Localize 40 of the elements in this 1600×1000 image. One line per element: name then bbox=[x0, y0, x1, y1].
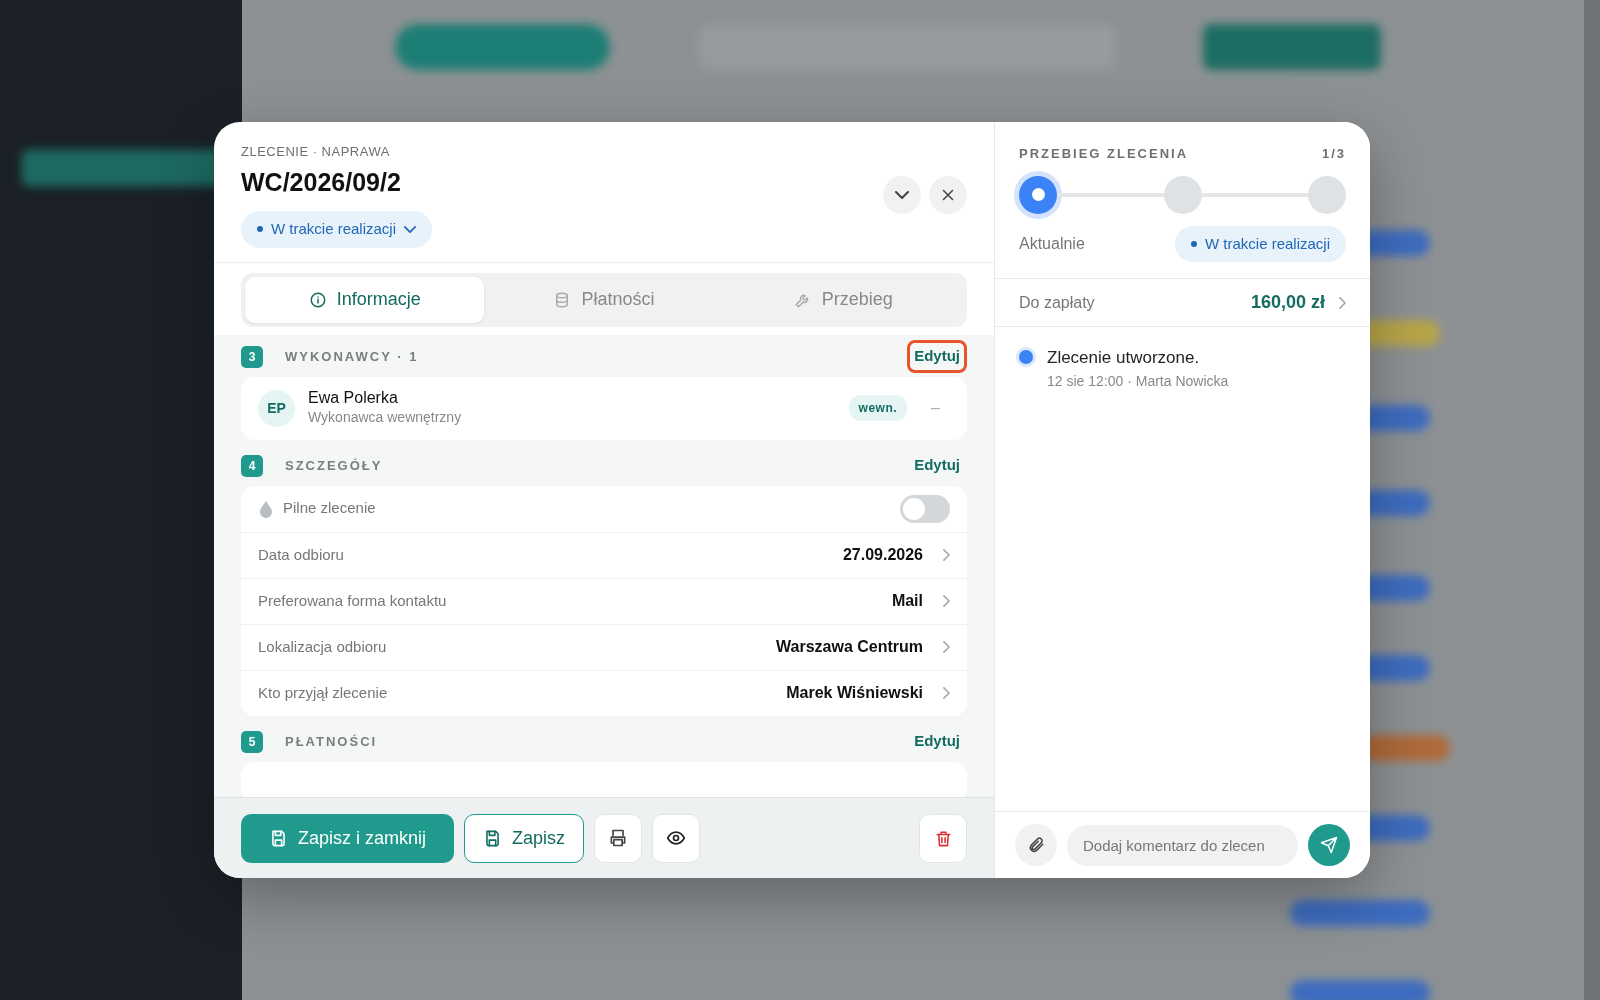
eyebrow-label: ZLECENIE · NAPRAWA bbox=[241, 143, 391, 161]
section-number: 3 bbox=[241, 345, 263, 368]
row-label: Pilne zlecenie bbox=[283, 498, 376, 519]
person-name: Ewa Polerka bbox=[308, 387, 399, 408]
section-number: 4 bbox=[241, 454, 263, 477]
row-value: 27.09.2026 bbox=[842, 545, 923, 565]
tab[interactable]: Płatności bbox=[484, 276, 724, 323]
type-tag: wewn. bbox=[848, 395, 908, 421]
tab[interactable]: Przebieg bbox=[723, 276, 963, 323]
row-value: Mail bbox=[891, 591, 923, 611]
row-label: Data odbioru bbox=[258, 544, 344, 565]
section-title: PŁATNOŚCI bbox=[285, 732, 378, 751]
event-meta: 12 sie 12:00 · Marta Nowicka bbox=[1047, 371, 1229, 391]
order-title: WC/2026/09/2 bbox=[241, 166, 402, 198]
edit-link[interactable]: Edytuj bbox=[907, 449, 967, 482]
person-role: Wykonawca wewnętrzny bbox=[308, 408, 462, 428]
remove-dash: – bbox=[931, 398, 940, 418]
status-dropdown[interactable]: W trakcie realizacji bbox=[241, 211, 433, 248]
row-label: Kto przyjął zlecenie bbox=[258, 682, 388, 703]
comment-field[interactable]: Dodaj komentarz do zlecen bbox=[1067, 824, 1298, 866]
avatar: EP bbox=[258, 389, 295, 427]
row-value: Warszawa Centrum bbox=[776, 637, 923, 657]
due-amount: 160,00 zł bbox=[1250, 291, 1325, 314]
step-counter: 1/3 bbox=[1321, 145, 1346, 163]
save-and-close-button[interactable]: Zapisz i zamknij bbox=[241, 813, 455, 863]
row-label: Preferowana forma kontaktu bbox=[258, 590, 447, 611]
save-button[interactable]: Zapisz bbox=[464, 813, 585, 863]
row-value: Marek Wiśniewski bbox=[786, 683, 923, 703]
progress-title: PRZEBIEG ZLECENIA bbox=[1019, 145, 1189, 163]
section-number: 5 bbox=[241, 730, 263, 753]
edit-link[interactable]: Edytuj bbox=[907, 340, 967, 373]
row-label: Lokalizacja odbioru bbox=[258, 636, 387, 657]
event-title: Zlecenie utworzone. bbox=[1047, 347, 1201, 369]
current-label: Aktualnie bbox=[1019, 233, 1085, 254]
due-label: Do zapłaty bbox=[1019, 292, 1095, 313]
section-title: WYKONAWCY · 1 bbox=[285, 347, 419, 366]
status-badge: W trakcie realizacji bbox=[1174, 225, 1346, 262]
tab[interactable]: Informacje bbox=[245, 276, 485, 323]
section-title: SZCZEGÓŁY bbox=[285, 456, 383, 475]
edit-link[interactable]: Edytuj bbox=[907, 725, 967, 758]
